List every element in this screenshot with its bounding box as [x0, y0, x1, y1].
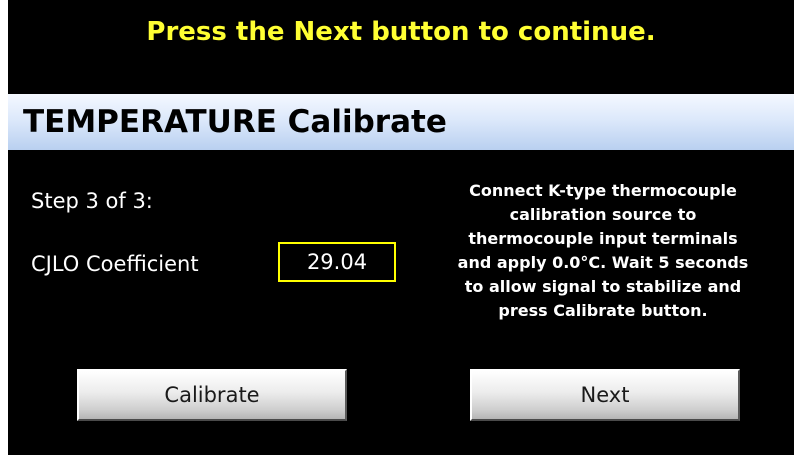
page-title: TEMPERATURE Calibrate: [23, 104, 447, 140]
calibration-screen: Press the Next button to continue. TEMPE…: [8, 0, 794, 455]
instruction-line: to allow signal to stabilize and: [464, 277, 742, 296]
coefficient-label: CJLO Coefficient: [31, 252, 199, 276]
coefficient-value: 29.04: [306, 250, 368, 274]
coefficient-value-field[interactable]: 29.04: [278, 242, 396, 282]
instruction-line: and apply 0.0°C. Wait 5 seconds: [457, 253, 749, 272]
instruction-line: calibration source to: [509, 205, 697, 224]
title-bar: TEMPERATURE Calibrate: [8, 94, 794, 150]
next-button[interactable]: Next: [470, 369, 740, 421]
instruction-line: Connect K-type thermocouple: [469, 181, 737, 200]
calibrate-button[interactable]: Calibrate: [77, 369, 347, 421]
instruction-line: thermocouple input terminals: [468, 229, 738, 248]
calibration-instructions: Connect K-type thermocouple calibration …: [423, 179, 783, 323]
instruction-line: press Calibrate button.: [498, 301, 708, 320]
instruction-banner: Press the Next button to continue.: [146, 17, 656, 47]
step-indicator: Step 3 of 3:: [31, 189, 153, 213]
